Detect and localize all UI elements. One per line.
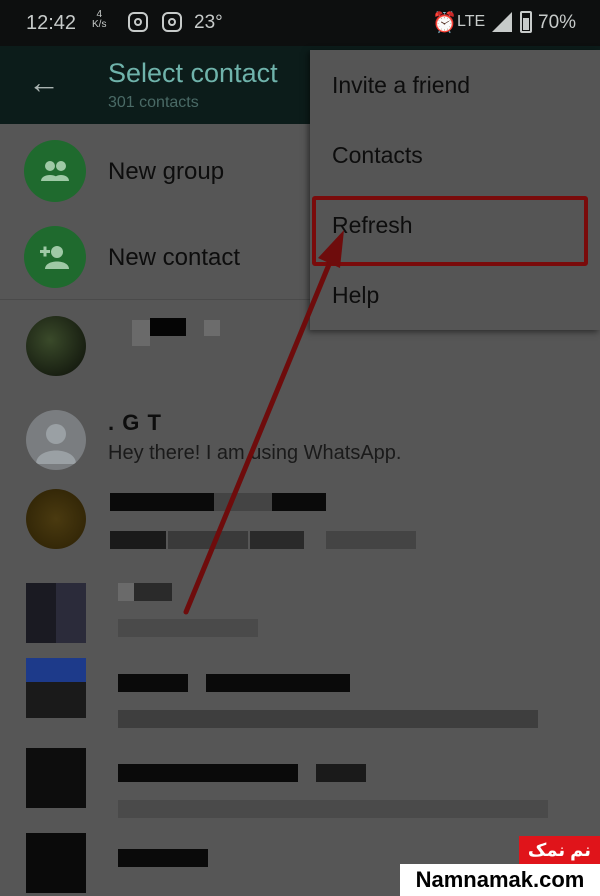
redacted-block: [118, 619, 258, 637]
redacted-block: [118, 764, 298, 782]
avatar: [26, 748, 86, 808]
redacted-block: [132, 320, 150, 346]
list-item[interactable]: [0, 744, 600, 834]
avatar: [26, 583, 86, 643]
contact-name: . G T: [108, 410, 162, 435]
page-title: Select contact: [108, 58, 278, 88]
overflow-menu: Invite a friend Contacts Refresh Help: [310, 50, 600, 330]
back-arrow-icon[interactable]: ←: [28, 64, 60, 101]
avatar: [26, 489, 86, 549]
menu-item-contacts[interactable]: Contacts: [310, 120, 600, 190]
add-person-icon: [24, 226, 86, 288]
menu-item-label: Invite a friend: [332, 72, 471, 98]
list-item[interactable]: [0, 489, 600, 579]
watermark-persian: نم نمک: [519, 836, 600, 864]
instagram-icon: [162, 12, 182, 32]
divider: [0, 299, 310, 300]
contact-count: 301 contacts: [108, 94, 199, 111]
redacted-block: [250, 531, 304, 549]
new-group-label: New group: [108, 158, 225, 185]
temperature: 23°: [194, 12, 223, 33]
redacted-block: [118, 849, 208, 867]
contact-status: Hey there! I am using WhatsApp.: [108, 442, 402, 464]
redacted-block: [150, 318, 186, 336]
redacted-block: [326, 531, 416, 549]
instagram-icon: [128, 12, 148, 32]
new-contact-label: New contact: [108, 244, 241, 271]
avatar: [26, 410, 86, 470]
avatar: [26, 833, 86, 893]
redacted-block: [118, 800, 548, 818]
alarm-icon: ⏰: [432, 12, 457, 34]
menu-item-invite-a-friend[interactable]: Invite a friend: [310, 50, 600, 120]
data-speed-indicator: 4 K/s: [92, 9, 107, 30]
watermark-site: Namnamak.com: [400, 864, 600, 896]
list-item[interactable]: [0, 654, 600, 744]
group-icon: [24, 140, 86, 202]
redacted-block: [110, 493, 214, 511]
redacted-block: [118, 583, 134, 601]
redacted-block: [214, 493, 272, 511]
redacted-block: [134, 583, 172, 601]
battery-percent: 70%: [538, 12, 577, 33]
refresh-highlight-box: [312, 196, 588, 266]
avatar: [26, 658, 86, 718]
redacted-block: [272, 493, 326, 511]
avatar: [26, 316, 86, 376]
redacted-block: [110, 531, 166, 549]
status-bar: 12:42 4 K/s 23° ⏰ LTE 70%: [0, 0, 600, 46]
signal-icon: [492, 12, 512, 32]
menu-item-help[interactable]: Help: [310, 260, 600, 330]
network-type: LTE: [457, 13, 486, 30]
clock: 12:42: [26, 12, 77, 34]
redacted-block: [118, 710, 538, 728]
redacted-block: [204, 320, 220, 336]
list-item[interactable]: . G T Hey there! I am using WhatsApp.: [0, 404, 600, 494]
redacted-block: [168, 531, 248, 549]
redacted-block: [316, 764, 366, 782]
menu-item-label: Help: [332, 282, 380, 308]
battery-icon: [520, 11, 532, 33]
redacted-block: [206, 674, 350, 692]
menu-item-label: Contacts: [332, 142, 423, 168]
redacted-block: [118, 674, 188, 692]
